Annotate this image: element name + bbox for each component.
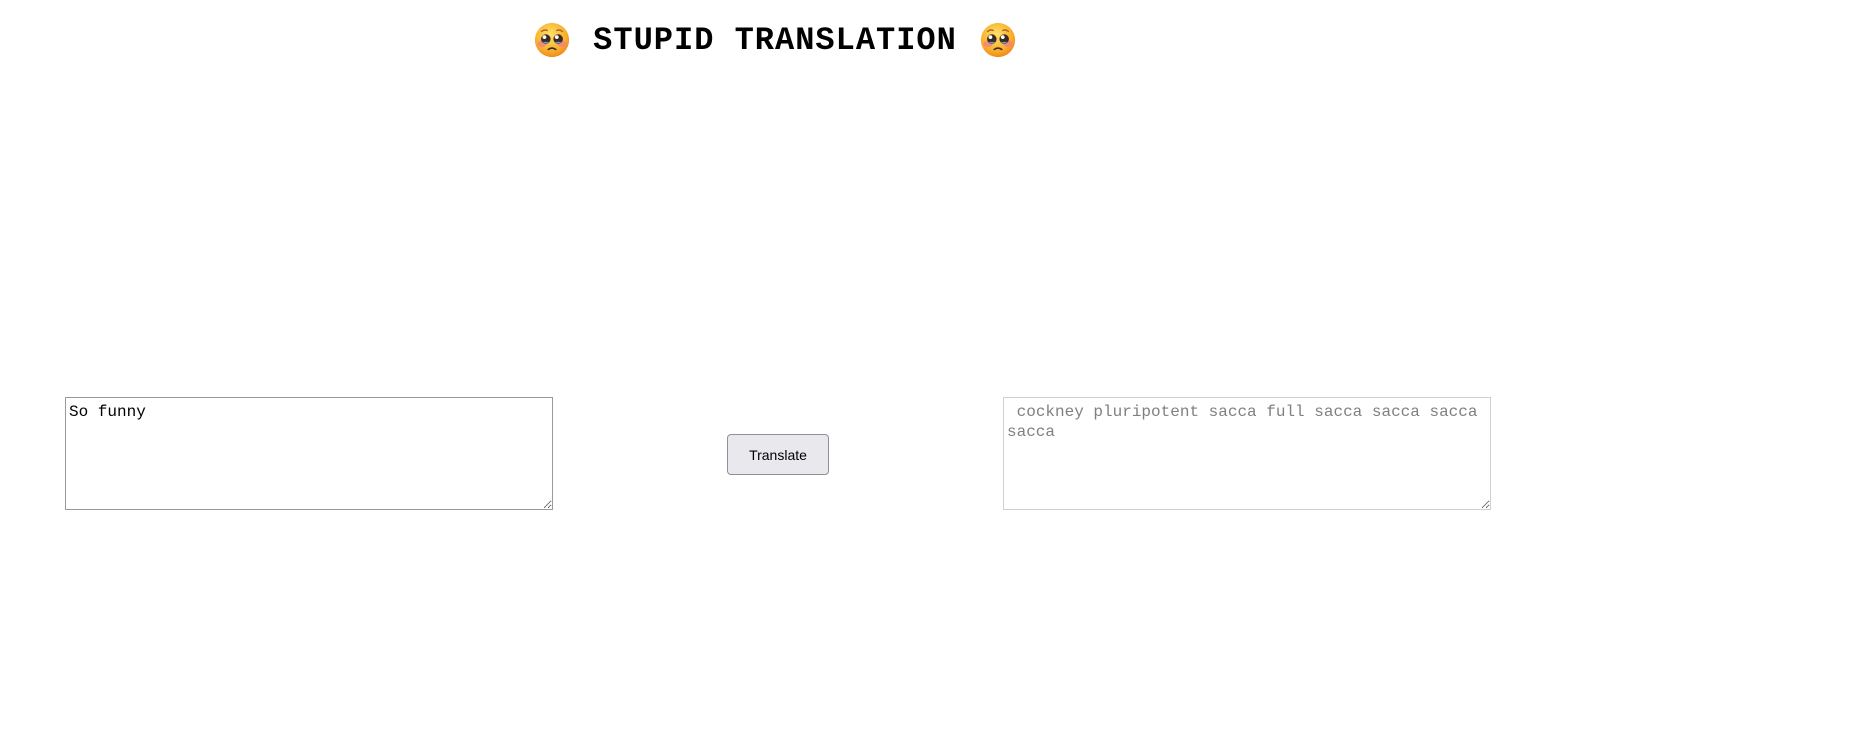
source-text-input[interactable]: So funny [65,397,553,510]
translate-button[interactable]: Translate [727,434,829,475]
pleading-face-icon [533,21,571,59]
page-title: STUPID TRANSLATION [593,21,957,59]
pleading-face-icon [979,21,1017,59]
header: STUPID TRANSLATION [0,0,1550,80]
translation-output[interactable]: cockney pluripotent sacca full sacca sac… [1003,397,1491,510]
